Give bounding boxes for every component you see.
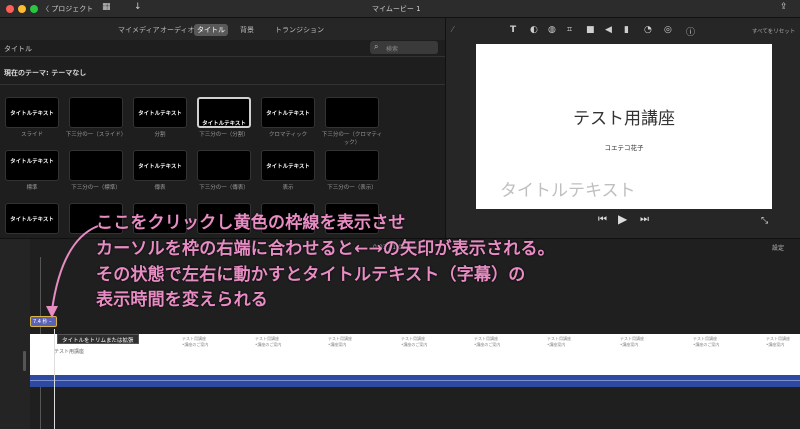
annotation-line-3: その状態で左右に動かすとタイトルテキスト（字幕）の [96,265,526,285]
annotation-line-1: ここをクリックし黄色の枠線を表示させ [96,213,406,233]
annotation-line-2: カーソルを枠の右端に合わせると←→の矢印が表示される。 [96,239,555,259]
annotation-line-4: 表示時間を変えられる [96,290,268,310]
